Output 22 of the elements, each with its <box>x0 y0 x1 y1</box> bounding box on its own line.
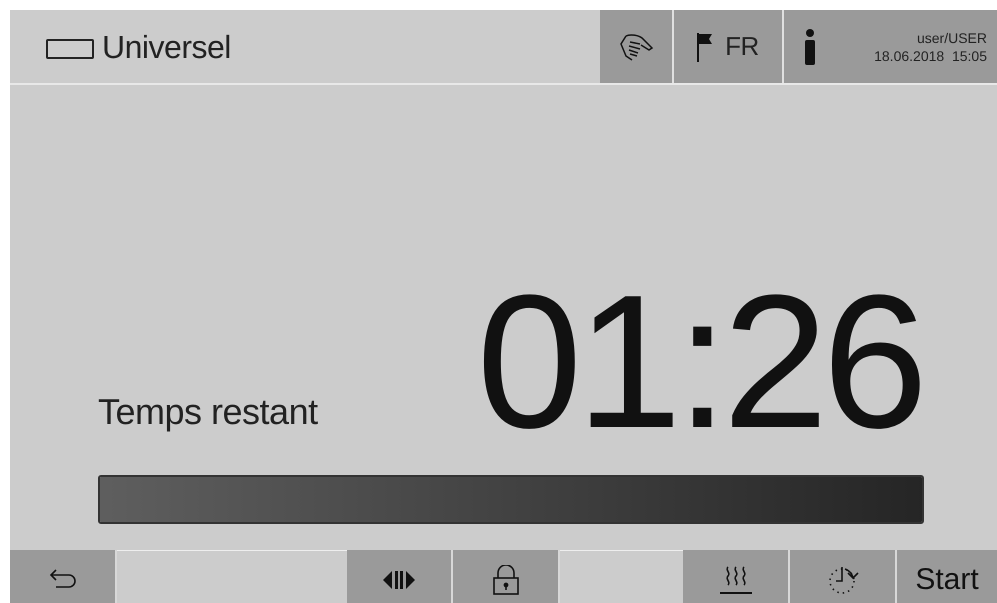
remaining-time-label: Temps restant <box>98 390 318 434</box>
date-time: 18.06.2018 15:05 <box>874 46 987 64</box>
heat-icon <box>718 564 754 594</box>
lock-icon <box>492 564 518 594</box>
back-button[interactable] <box>10 550 117 603</box>
program-title: Universel <box>102 28 231 66</box>
play-pause-icon <box>382 570 416 590</box>
user-name: user/USER <box>916 28 987 46</box>
back-icon <box>48 568 76 590</box>
person-icon <box>804 28 816 64</box>
program-icon <box>46 38 94 58</box>
heat-button[interactable] <box>683 550 790 603</box>
hand-button[interactable] <box>600 10 674 83</box>
delayed-start-button[interactable] <box>790 550 897 603</box>
hand-icon <box>618 32 654 62</box>
start-button[interactable]: Start <box>897 550 997 603</box>
flag-icon <box>697 32 714 62</box>
user-button[interactable]: user/USER 18.06.2018 15:05 <box>784 10 997 83</box>
lock-button[interactable] <box>453 550 560 603</box>
language-button[interactable]: FR <box>674 10 784 83</box>
play-pause-button[interactable] <box>347 550 453 603</box>
remaining-time: 01:26 <box>476 277 922 447</box>
